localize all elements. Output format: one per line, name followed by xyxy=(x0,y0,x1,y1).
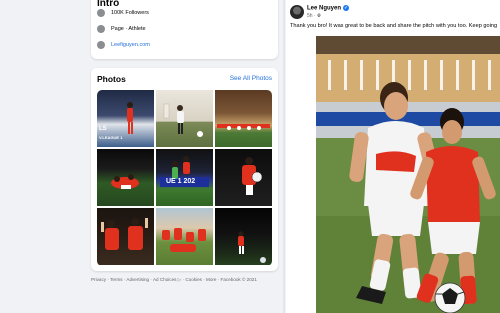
photo-thumbnail[interactable]: LS V.LEAGUE 1 xyxy=(97,90,154,147)
photo-thumbnail[interactable] xyxy=(156,208,213,265)
photo-caption: UE 1 202 xyxy=(166,178,196,185)
photo-thumbnail[interactable] xyxy=(97,208,154,265)
post-photo-art xyxy=(316,36,500,313)
intro-card: Intro 100K Followers Page · Athlete Leef… xyxy=(91,0,278,59)
photo-thumbnail[interactable] xyxy=(215,90,272,147)
followers-icon xyxy=(97,9,105,17)
post-text: Thank you bro! It was great to be back a… xyxy=(290,23,498,29)
post-meta: 5h · 🌐︎ xyxy=(307,13,322,19)
post-author[interactable]: Lee Nguyen ✓ xyxy=(307,5,350,12)
post-time[interactable]: 5h xyxy=(307,13,313,19)
photo-thumbnail[interactable] xyxy=(215,208,272,265)
column-divider xyxy=(283,0,285,313)
photo-thumbnail[interactable] xyxy=(215,149,272,206)
link-icon xyxy=(97,41,105,49)
photo-caption: V.LEAGUE 1 xyxy=(99,135,123,140)
photo-grid: LS V.LEAGUE 1 UE 1 202 xyxy=(97,90,272,266)
photo-caption: LS xyxy=(99,126,107,132)
photos-card: Photos See All Photos LS V.LEAGUE 1 UE 1… xyxy=(91,68,278,271)
author-name[interactable]: Lee Nguyen xyxy=(307,6,341,12)
info-icon xyxy=(97,25,105,33)
photo-thumbnail[interactable] xyxy=(97,149,154,206)
website-row[interactable]: Leefiguyen.com xyxy=(97,40,150,50)
followers-count: 100K Followers xyxy=(111,10,149,16)
photos-title: Photos xyxy=(97,74,126,84)
page-type: Page · Athlete xyxy=(111,26,146,32)
verified-badge-icon: ✓ xyxy=(343,5,350,11)
website-link[interactable]: Leefiguyen.com xyxy=(111,42,150,48)
profile-sidebar: Intro 100K Followers Page · Athlete Leef… xyxy=(0,0,282,313)
post-photo[interactable] xyxy=(316,36,500,313)
page-type-row: Page · Athlete xyxy=(97,24,146,34)
see-all-photos-link[interactable]: See All Photos xyxy=(230,75,272,82)
followers-row: 100K Followers xyxy=(97,8,149,18)
author-avatar[interactable] xyxy=(290,5,304,19)
footer-links[interactable]: Privacy · Terms · Advertising · Ad Choic… xyxy=(91,277,281,283)
globe-icon: 🌐︎ xyxy=(317,13,322,19)
photo-thumbnail[interactable] xyxy=(156,90,213,147)
football xyxy=(434,282,466,313)
photo-thumbnail[interactable]: UE 1 202 xyxy=(156,149,213,206)
